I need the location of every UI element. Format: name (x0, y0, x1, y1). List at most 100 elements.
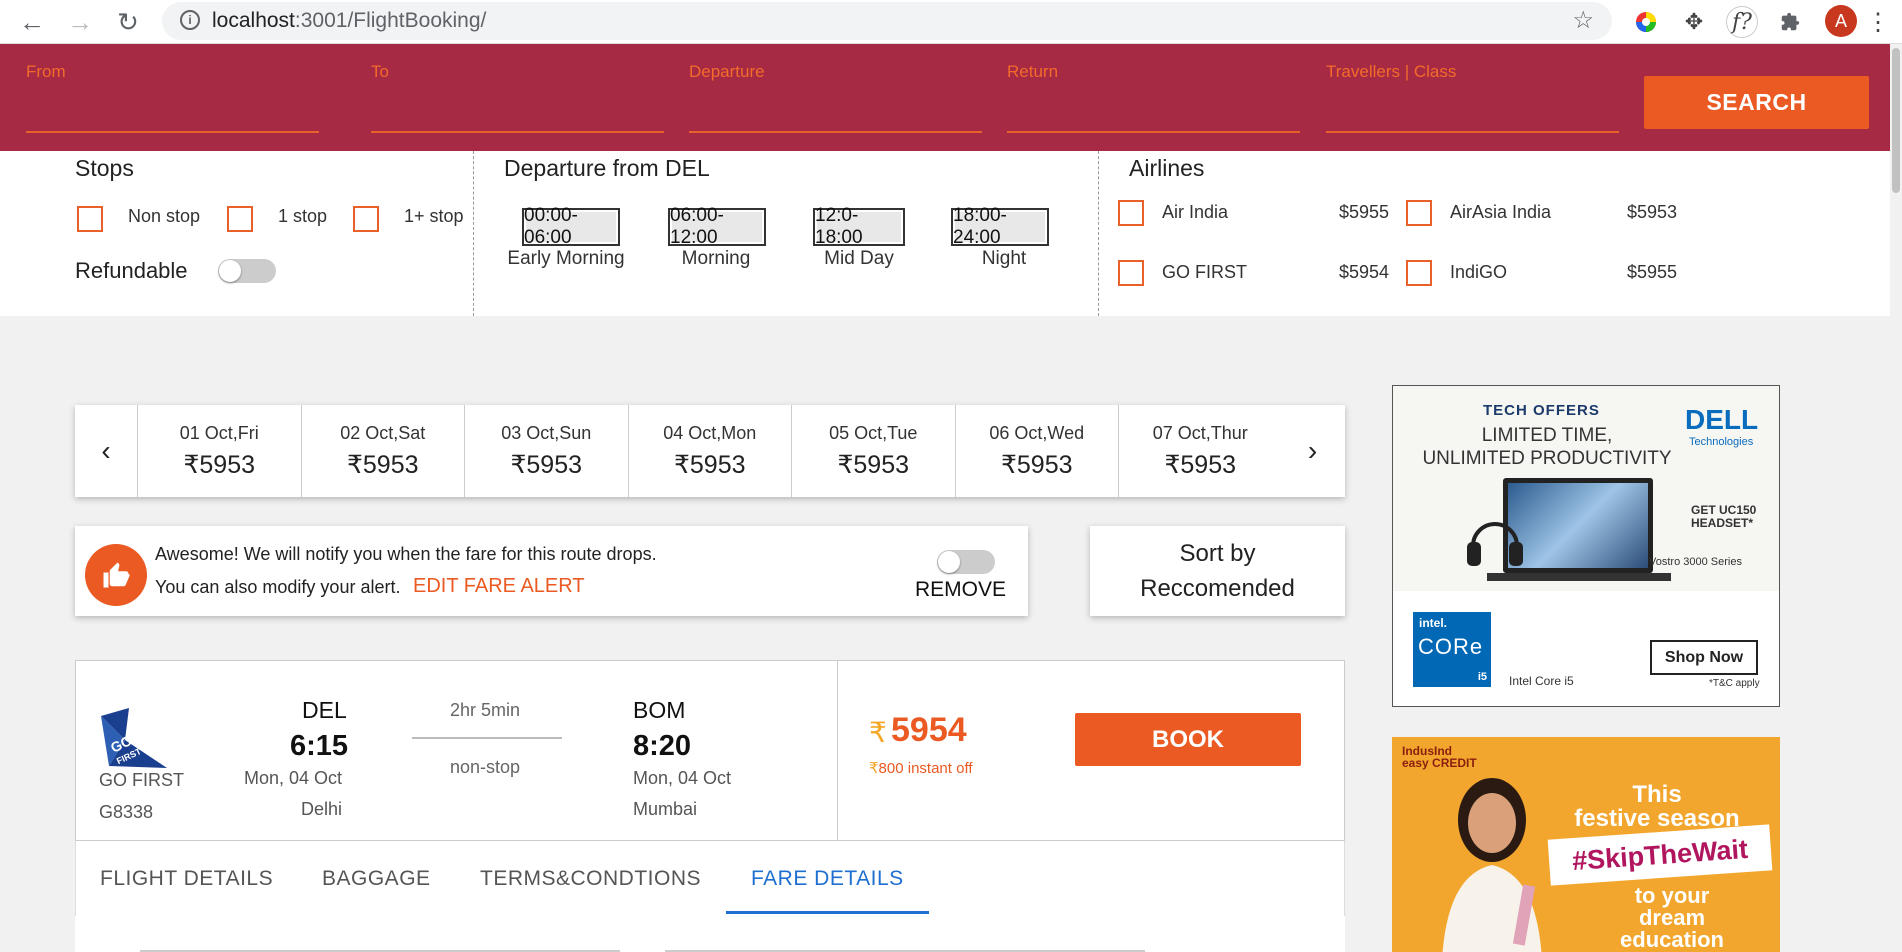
move-extension-icon[interactable]: ✥ (1678, 6, 1710, 38)
date-price: ₹5953 (183, 450, 256, 479)
ad-headline-line: LIMITED TIME, (1481, 425, 1613, 446)
edit-fare-alert-link[interactable]: EDIT FARE ALERT (413, 575, 585, 598)
time-label-night: Night (981, 248, 1027, 269)
departure-field[interactable]: Departure (689, 62, 982, 133)
sort-label: Sort by (1179, 540, 1256, 567)
ad-tech-offers: TECH OFFERS (1483, 402, 1600, 419)
nonstop-label: Non stop (128, 206, 201, 226)
tab-terms-conditions[interactable]: TERMS&CONDTIONS (480, 867, 701, 891)
return-field[interactable]: Return (1007, 62, 1300, 133)
reload-icon[interactable]: ↻ (110, 4, 146, 40)
font-extension-icon[interactable]: f? (1726, 6, 1758, 38)
airline-air-india-checkbox[interactable] (1118, 200, 1144, 226)
instant-discount-text: 800 instant off (878, 760, 973, 777)
one-plus-stop-label: 1+ stop (404, 206, 464, 226)
arrival-time: 8:20 (633, 730, 692, 762)
book-button[interactable]: BOOK (1075, 713, 1301, 766)
color-picker-extension-icon[interactable] (1630, 6, 1662, 38)
profile-avatar[interactable]: A (1825, 5, 1857, 37)
airline-indigo-checkbox[interactable] (1406, 260, 1432, 286)
time-slot-early-morning[interactable]: 00:00-06:00 (522, 205, 620, 248)
browser-menu-icon[interactable]: ⋮ (1862, 6, 1894, 38)
tab-flight-details[interactable]: FLIGHT DETAILS (100, 867, 273, 891)
remove-alert-button[interactable]: REMOVE (915, 578, 1006, 602)
flight-search-bar: From To Departure Return Travellers | Cl… (0, 44, 1890, 151)
ad-headset-offer: GET UC150 HEADSET* (1691, 504, 1756, 530)
shop-now-button[interactable]: Shop Now (1650, 640, 1758, 675)
airline-airasia-india-price: $5953 (1627, 202, 1678, 222)
date-price: ₹5953 (510, 450, 583, 479)
dell-logo: DELL (1685, 404, 1759, 435)
airline-go-first-checkbox[interactable] (1118, 260, 1144, 286)
url-text[interactable]: localhost:3001/FlightBooking/ (212, 9, 486, 33)
back-icon[interactable]: ← (14, 4, 50, 40)
from-field[interactable]: From (26, 62, 319, 133)
extensions-puzzle-icon[interactable] (1774, 6, 1806, 38)
ad-model: Vostro 3000 Series (1649, 556, 1742, 568)
airline-name: GO FIRST (99, 770, 184, 790)
bookmark-star-icon[interactable]: ☆ (1572, 6, 1594, 35)
one-plus-stop-checkbox[interactable] (353, 206, 379, 232)
time-label-mid-day: Mid Day (824, 248, 894, 269)
date-cell[interactable]: 06 Oct,Wed ₹5953 (954, 405, 1119, 497)
departure-time: 6:15 (290, 730, 349, 762)
card-divider (837, 661, 838, 842)
time-slot-mid-day[interactable]: 12:0-18:00 (813, 205, 905, 248)
filter-divider (473, 151, 474, 316)
indusind-advertisement[interactable]: IndusInd easy CREDIT This festive season #… (1392, 737, 1780, 952)
date-price: ₹5953 (673, 450, 746, 479)
travellers-class-field[interactable]: Travellers | Class (1326, 62, 1619, 133)
one-stop-checkbox[interactable] (227, 206, 253, 232)
stops-title: Stops (75, 155, 134, 181)
duration-line (412, 737, 562, 739)
airline-airasia-india-checkbox[interactable] (1406, 200, 1432, 226)
site-info-icon[interactable]: i (180, 10, 200, 30)
student-image (1442, 778, 1542, 952)
flight-card: GO FIRST GO FIRST G8338 DEL 6:15 Mon, 04… (75, 660, 1345, 842)
laptop-image (1503, 478, 1653, 573)
search-button[interactable]: SEARCH (1644, 76, 1869, 129)
flight-stops: non-stop (450, 757, 521, 777)
ad-tagline-line: dream (1638, 905, 1706, 930)
scrollbar-thumb[interactable] (1892, 48, 1900, 193)
ad-terms: *T&C apply (1709, 678, 1760, 689)
fare-alert-message: Awesome! We will notify you when the far… (155, 544, 657, 564)
date-price: ₹5953 (1000, 450, 1073, 479)
headset-image (1467, 522, 1523, 566)
address-bar[interactable]: i localhost:3001/FlightBooking/ ☆ (162, 2, 1612, 40)
airline-indigo-label: IndiGO (1450, 262, 1508, 282)
to-field[interactable]: To (371, 62, 664, 133)
time-slot-night[interactable]: 18:00-24:00 (951, 205, 1049, 248)
intel-core-badge: intel. CORe i5 (1413, 612, 1491, 687)
ad-cpu: Intel Core i5 (1509, 674, 1574, 688)
chevron-left-icon[interactable]: ‹ (75, 405, 137, 497)
page-scrollbar[interactable] (1890, 44, 1902, 952)
sort-value: Reccomended (1140, 575, 1295, 602)
forward-icon[interactable]: → (62, 4, 98, 40)
date-label: 07 Oct,Thur (1152, 422, 1248, 443)
date-cell[interactable]: 05 Oct,Tue ₹5953 (791, 405, 955, 497)
refundable-toggle[interactable] (218, 259, 276, 283)
chevron-right-icon[interactable]: › (1282, 405, 1344, 497)
time-slot-morning[interactable]: 06:00-12:00 (668, 205, 766, 248)
ad-tagline-line: to your (1634, 883, 1710, 908)
fare-alert-toggle[interactable] (937, 550, 995, 574)
filter-divider (1098, 151, 1099, 316)
date-cell[interactable]: 03 Oct,Sun ₹5953 (464, 405, 628, 497)
instant-discount: ₹800 instant off (869, 759, 973, 777)
tab-baggage[interactable]: BAGGAGE (322, 867, 431, 891)
tab-fare-details[interactable]: FARE DETAILS (751, 867, 904, 891)
ad-tagline: to your dream education (1592, 885, 1752, 951)
date-cell[interactable]: 02 Oct,Sat ₹5953 (300, 405, 465, 497)
thumbs-up-icon (85, 544, 147, 606)
date-cell[interactable]: 01 Oct,Fri ₹5953 (137, 405, 301, 497)
date-price: ₹5953 (346, 450, 419, 479)
date-cell[interactable]: 07 Oct,Thur ₹5953 (1118, 405, 1282, 497)
dell-advertisement[interactable]: TECH OFFERS LIMITED TIME, UNLIMITED PRODU… (1392, 385, 1780, 707)
nonstop-checkbox[interactable] (77, 206, 103, 232)
airline-go-first-label: GO FIRST (1162, 262, 1247, 282)
date-cell[interactable]: 04 Oct,Mon ₹5953 (627, 405, 792, 497)
return-label: Return (1007, 62, 1059, 81)
date-label: 04 Oct,Mon (663, 422, 757, 443)
sort-by-dropdown[interactable]: Sort by Reccomended (1090, 526, 1345, 616)
